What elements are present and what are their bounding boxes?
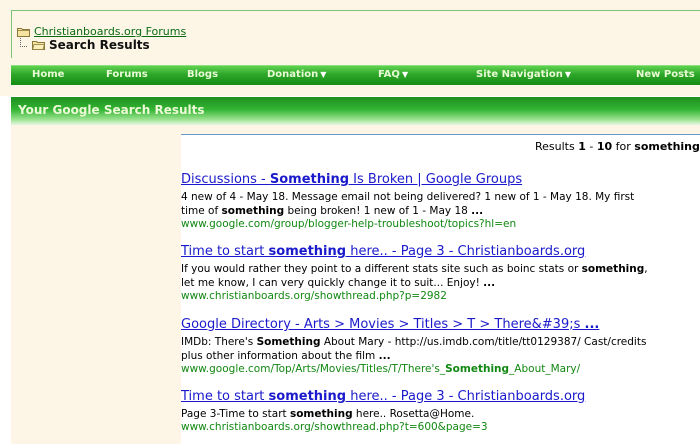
results-summary-text: Results 1 - 10 for something with [535,140,700,153]
text-segment: here.. - Page 3 - Christianboards.org [346,389,586,404]
result-snippet: IMDb: There's Something About Mary - htt… [181,335,661,363]
highlighted-term: Something [445,363,510,375]
result-snippet: If you would rather they point to a diff… [181,262,661,290]
result-snippet: Page 3-Time to start something here.. Ro… [181,407,661,421]
highlighted-term: something [268,244,347,259]
result-snippet: 4 new of 4 - May 18. Message email not b… [181,190,661,218]
highlighted-term: Something [256,336,321,348]
highlighted-term: something [581,263,645,275]
tree-connector [20,37,27,47]
nav-donation[interactable]: Donation ▼ [267,69,326,80]
nav-home-label: Home [32,69,65,80]
nav-new-posts-label: New Posts [636,69,695,80]
main-navbar: Home Forums Blogs Donation ▼ FAQ ▼ Site Na… [11,65,700,85]
nav-site-navigation-label: Site Navigation [476,69,563,80]
nav-home[interactable]: Home [32,69,64,80]
open-folder-icon [32,40,45,50]
breadcrumb-current: Search Results [20,37,150,52]
highlighted-term: ... [471,205,484,217]
text-segment: here.. - Page 3 - Christianboards.org [346,244,586,259]
result-url: www.christianboards.org/showthread.php?p… [181,290,447,302]
forum-link[interactable]: Christianboards.org Forums [34,25,186,38]
nav-new-posts[interactable]: New Posts [636,69,695,80]
highlighted-term: ... [378,350,391,362]
nav-faq[interactable]: FAQ ▼ [378,69,408,80]
summary-sep: - [585,140,597,153]
search-results-panel: Results 1 - 10 for something with Discus… [181,134,700,444]
breadcrumb-forum[interactable]: Christianboards.org Forums [17,25,186,38]
highlighted-term: ... [483,277,496,289]
dropdown-caret-icon: ▼ [320,70,327,79]
section-title: Your Google Search Results [18,103,205,117]
summary-prefix: Results [535,140,579,153]
folder-icon [17,27,30,37]
text-segment: www.google.com/Top/Arts/Movies/Titles/T/… [181,363,446,375]
summary-for: for [612,140,635,153]
text-segment: Discussions - [181,172,270,187]
page-title: Search Results [49,38,150,52]
text-segment: Google Directory - Arts > Movies > Title… [181,317,585,332]
result-item: Time to start something here.. - Page 3 … [181,244,700,303]
summary-from: 1 [578,140,586,153]
nav-blogs[interactable]: Blogs [187,69,218,80]
highlighted-term: something [289,408,353,420]
nav-donation-label: Donation [267,69,319,80]
summary-query: something [634,140,700,153]
highlighted-term: something [221,205,285,217]
text-segment: being broken! 1 new of 1 - May 18 [284,205,472,217]
text-segment: Time to start [181,389,269,404]
result-title-link[interactable]: Time to start something here.. - Page 3 … [181,389,700,405]
nav-forums-label: Forums [106,69,148,80]
text-segment: If you would rather they point to a diff… [181,263,582,275]
text-segment: Is Broken | Google Groups [349,172,523,187]
text-segment: Time to start [181,244,269,259]
highlighted-term: ... [584,317,600,332]
nav-site-navigation[interactable]: Site Navigation ▼ [476,69,571,80]
result-title-link[interactable]: Discussions - Something Is Broken | Goog… [181,172,700,188]
dropdown-caret-icon: ▼ [401,70,409,79]
results-summary: Results 1 - 10 for something with [181,134,700,157]
summary-to: 10 [596,140,613,153]
breadcrumb: Christianboards.org Forums Search Result… [11,10,700,58]
text-segment: IMDb: There's [181,336,257,348]
result-item: Discussions - Something Is Broken | Goog… [181,172,700,231]
highlighted-term: Something [269,172,350,187]
dropdown-caret-icon: ▼ [564,70,571,79]
section-header: Your Google Search Results [11,97,700,125]
result-item: Time to start something here.. - Page 3 … [181,389,700,434]
result-title-link[interactable]: Google Directory - Arts > Movies > Title… [181,317,700,333]
result-item: Google Directory - Arts > Movies > Title… [181,317,700,376]
text-segment: _About_Mary/ [509,363,581,375]
text-segment: Page 3-Time to start [181,408,290,420]
text-segment: here.. Rosetta@Home. [352,408,475,420]
nav-blogs-label: Blogs [187,69,219,80]
result-title-link[interactable]: Time to start something here.. - Page 3 … [181,244,700,260]
result-url: www.google.com/group/blogger-help-troubl… [181,218,517,230]
result-url: www.google.com/Top/Arts/Movies/Titles/T/… [181,363,700,376]
highlighted-term: something [268,389,347,404]
nav-forums[interactable]: Forums [106,69,148,80]
nav-faq-label: FAQ [378,69,400,80]
result-url: www.christianboards.org/showthread.php?t… [181,421,488,433]
